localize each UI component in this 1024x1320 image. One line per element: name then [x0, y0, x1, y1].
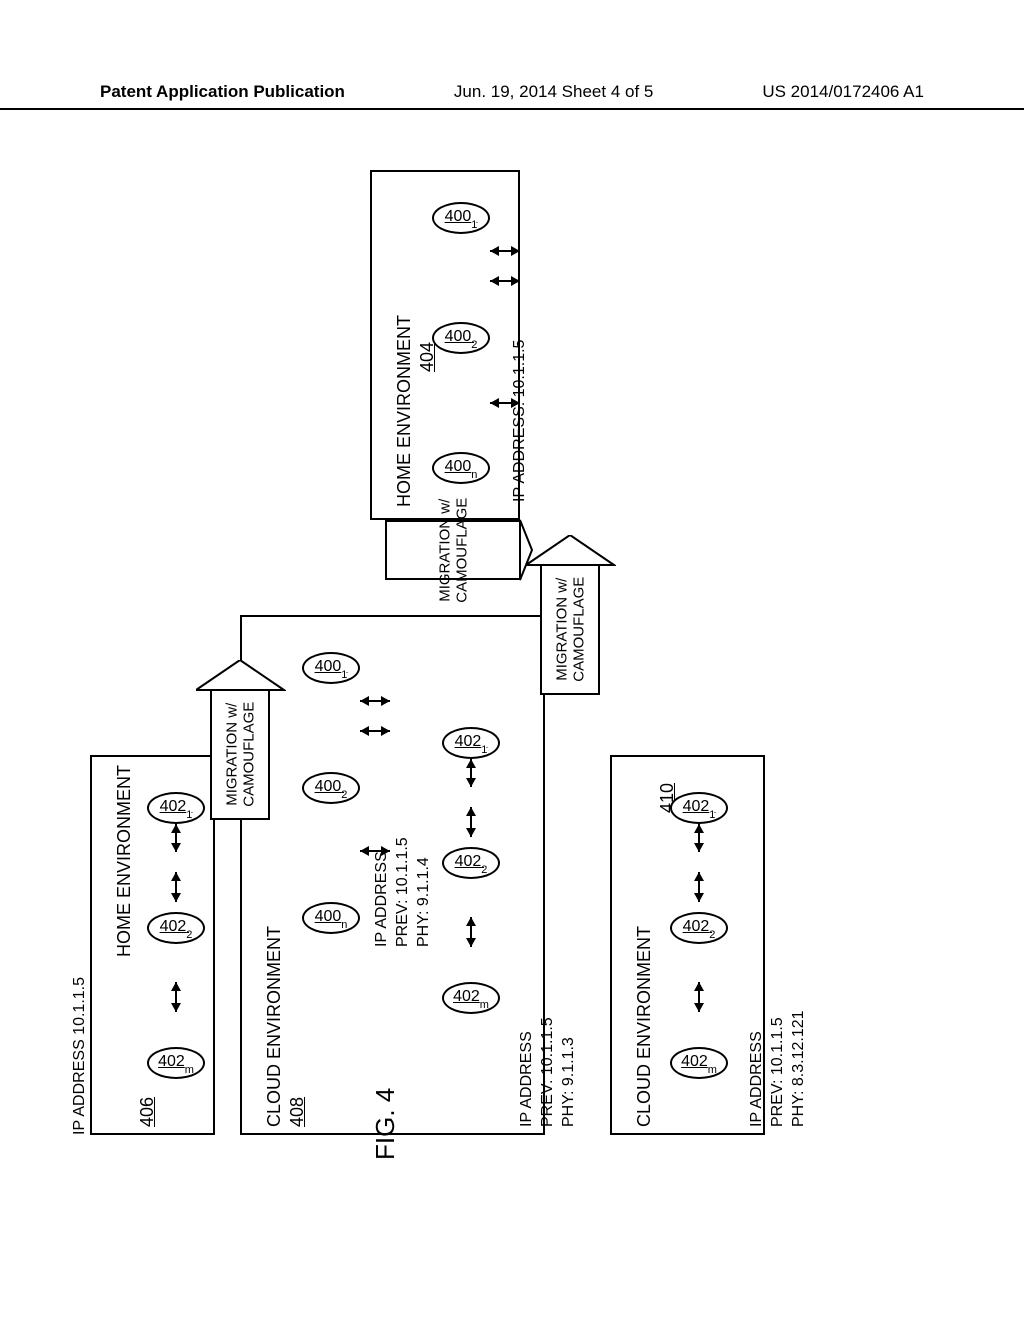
env-ref: 406: [137, 1097, 158, 1127]
figure-diagram: HOME ENVIRONMENT 404 4001 4002 400n IP A…: [110, 150, 910, 1150]
header-center: Jun. 19, 2014 Sheet 4 of 5: [454, 82, 653, 102]
migration-arrow-408-to-410: MIGRATION w/ CAMOUFLAGE: [540, 535, 600, 665]
env-ref: 408: [287, 1097, 308, 1127]
header-right: US 2014/0172406 A1: [762, 82, 924, 102]
node-400-2: 4002: [432, 322, 490, 354]
ip-address-label-a: IP ADDRESS PREV: 10.1.1.5 PHY: 9.1.1.4: [372, 837, 434, 947]
node-402-1: 4021: [670, 792, 728, 824]
ip-address-label: IP ADDRESS PREV: 10.1.1.5 PHY: 8.3.12.12…: [747, 1010, 809, 1127]
env-ref: 404: [417, 342, 438, 372]
header-left: Patent Application Publication: [100, 82, 345, 102]
env-label: CLOUD ENVIRONMENT: [634, 926, 655, 1127]
ip-address-label: IP ADDRESS: 10.1.1.5: [510, 340, 531, 502]
env-label: CLOUD ENVIRONMENT: [264, 926, 285, 1127]
node-402-m: 402m: [442, 982, 500, 1014]
ip-address-label-406: IP ADDRESS 10.1.1.5: [70, 977, 91, 1135]
node-400-n: 400n: [432, 452, 490, 484]
environment-home-404: HOME ENVIRONMENT 404 4001 4002 400n IP A…: [370, 170, 520, 520]
migration-arrow-404-to-408: MIGRATION w/ CAMOUFLAGE: [370, 520, 520, 615]
environment-cloud-410: CLOUD ENVIRONMENT 410 4021 4022 402m IP …: [610, 755, 765, 1135]
node-402-2: 4022: [147, 912, 205, 944]
ip-address-label-b: IP ADDRESS PREV: 10.1.1.5 PHY: 9.1.1.3: [517, 1017, 579, 1127]
node-400-n: 400n: [302, 902, 360, 934]
node-402-1: 4021: [442, 727, 500, 759]
env-label: HOME ENVIRONMENT: [114, 765, 135, 957]
node-400-2: 4002: [302, 772, 360, 804]
migration-arrow-406-to-408: MIGRATION w/ CAMOUFLAGE: [210, 660, 270, 755]
node-402-m: 402m: [147, 1047, 205, 1079]
environment-home-406: HOME ENVIRONMENT 406 4021 4022 402m: [90, 755, 215, 1135]
figure-label: FIG. 4: [370, 1088, 401, 1160]
node-400-1: 4001: [432, 202, 490, 234]
env-label: HOME ENVIRONMENT: [394, 315, 415, 507]
page-header: Patent Application Publication Jun. 19, …: [0, 82, 1024, 110]
node-400-1: 4001: [302, 652, 360, 684]
node-402-2: 4022: [442, 847, 500, 879]
node-402-m: 402m: [670, 1047, 728, 1079]
node-402-1: 4021: [147, 792, 205, 824]
node-402-2: 4022: [670, 912, 728, 944]
